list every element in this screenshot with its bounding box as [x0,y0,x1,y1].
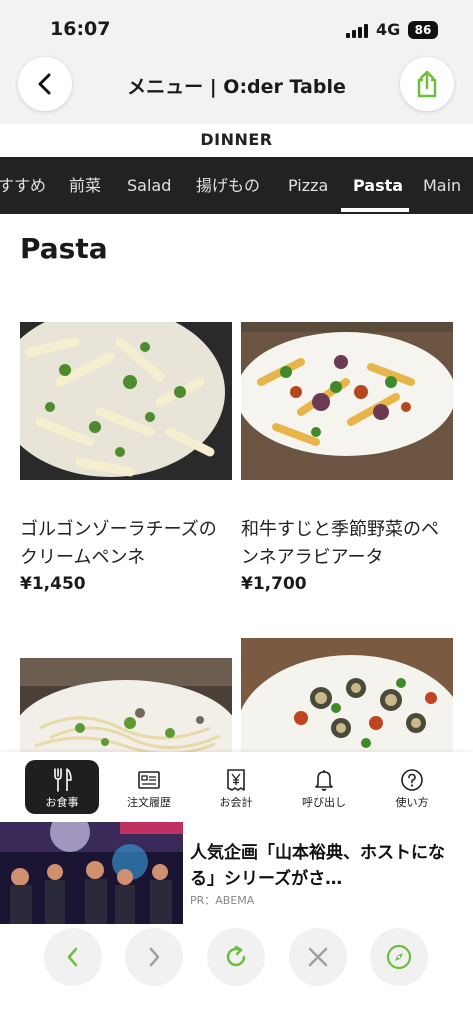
active-tab-indicator [341,208,409,212]
menu-item-price: ¥1,700 [241,574,307,594]
nav-meal[interactable]: お食事 [25,760,99,814]
menu-item-photo [20,322,232,480]
tab-salad[interactable]: Salad [127,157,171,214]
tab-appetizer[interactable]: 前菜 [69,157,101,214]
browser-forward-button[interactable] [125,928,183,986]
nav-help-label: 使い方 [395,796,429,809]
tab-pizza[interactable]: Pizza [288,157,328,214]
section-title: Pasta [20,232,108,265]
menu-item-name: 和牛すじと季節野菜のペンネアラビアータ [241,519,439,568]
fork-knife-icon [54,768,72,792]
status-bar: 16:07 4G 86 [0,0,473,54]
meal-period-label: DINNER [200,130,273,149]
status-time: 16:07 [50,18,111,40]
browser-close-button[interactable] [289,928,347,986]
chevron-left-icon [67,947,78,967]
bell-icon [315,770,333,791]
browser-reload-button[interactable] [207,928,265,986]
nav-order-history[interactable]: 注文履歴 [112,760,186,814]
nav-call-staff-label: 呼び出し [302,796,346,809]
compass-icon [386,944,412,970]
menu-item-photo [20,658,232,752]
network-type: 4G [376,20,401,39]
tab-pasta[interactable]: Pasta [353,157,403,214]
nav-order-history-label: 注文履歴 [127,796,171,809]
signal-icon [346,24,370,38]
browser-back-button[interactable] [44,928,102,986]
nav-help[interactable]: 使い方 [375,760,449,814]
browser-toolbar [0,926,473,1024]
battery-icon: 86 [408,21,438,39]
back-button[interactable] [18,57,72,111]
bottom-tab-bar: お食事 注文履歴 お会計 呼び出し 使い方 [0,752,473,822]
reload-icon [226,945,246,967]
nav-checkout[interactable]: お会計 [199,760,273,814]
receipt-yen-icon [227,769,245,791]
menu-item-card[interactable] [241,638,453,752]
header: メニュー | O:der Table [0,54,473,124]
page-title: メニュー | O:der Table [127,76,346,98]
chevron-left-icon [38,73,51,95]
browser-open-safari-button[interactable] [370,928,428,986]
menu-item-name: ゴルゴンゾーラチーズのクリームペンネ [20,519,217,568]
category-tabs: すすめ 前菜 Salad 揚げもの Pizza Pasta Main [0,157,473,214]
ad-banner[interactable]: 人気企画「山本裕典、ホストになる」シリーズがさ… PR：ABEMA [0,822,473,926]
menu-item-price: ¥1,450 [20,574,86,594]
share-icon [417,70,437,98]
nav-call-staff[interactable]: 呼び出し [287,760,361,814]
tab-main[interactable]: Main [423,157,461,214]
tab-recommended[interactable]: すすめ [0,157,46,214]
history-icon [138,771,160,789]
menu-item-photo [241,638,453,752]
ad-source: PR：ABEMA [190,894,255,907]
menu-item-card[interactable]: ゴルゴンゾーラチーズのクリームペンネ ¥1,450 [20,322,232,594]
share-button[interactable] [400,57,454,111]
menu-item-photo [241,322,453,480]
menu-item-card[interactable]: 和牛すじと季節野菜のペンネアラビアータ ¥1,700 [241,322,453,594]
ad-thumbnail [0,822,183,924]
tab-fried[interactable]: 揚げもの [196,157,260,214]
nav-checkout-label: お会計 [219,796,253,809]
chevron-right-icon [149,947,160,967]
nav-meal-label: お食事 [45,796,79,809]
ad-title[interactable]: 人気企画「山本裕典、ホストになる」シリーズがさ… [190,840,465,892]
close-icon [308,947,328,967]
menu-item-card[interactable] [20,658,232,752]
help-icon [401,769,423,791]
